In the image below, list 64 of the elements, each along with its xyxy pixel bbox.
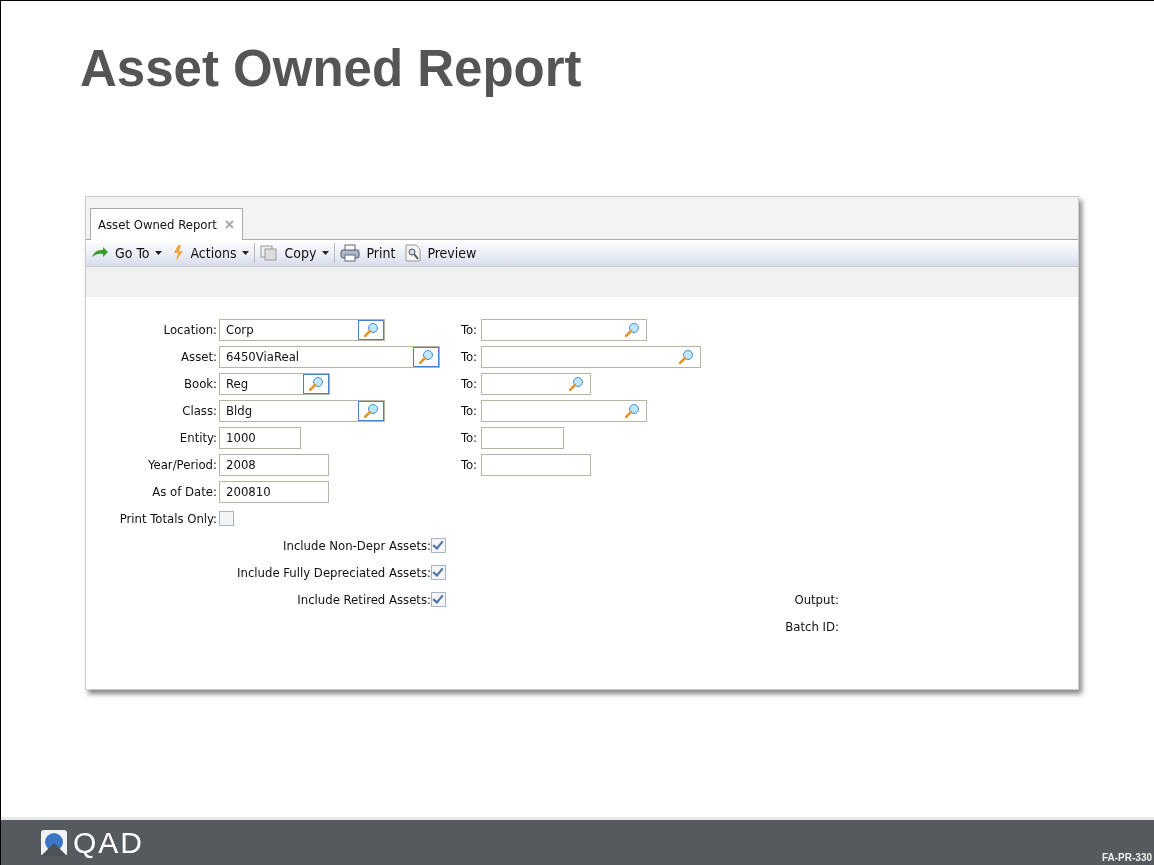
search-icon[interactable] bbox=[625, 322, 640, 337]
printer-icon bbox=[340, 244, 361, 262]
search-icon[interactable] bbox=[418, 349, 434, 364]
field-label: To: bbox=[461, 322, 479, 337]
field-label: Entity: bbox=[178, 430, 218, 445]
search-icon[interactable] bbox=[625, 403, 640, 418]
option-label: Include Non-Depr Assets: bbox=[283, 538, 431, 553]
field-label: Class: bbox=[181, 403, 218, 418]
input-field[interactable]: 6450ViaReal bbox=[219, 345, 440, 368]
slide-title: Asset Owned Report bbox=[80, 43, 583, 99]
field-label: Batch ID: bbox=[785, 618, 839, 636]
input-field[interactable]: Corp bbox=[219, 318, 385, 341]
toolbar-button[interactable]: Go To bbox=[86, 241, 168, 265]
checkbox[interactable] bbox=[431, 592, 446, 607]
field-label: Asset: bbox=[180, 349, 218, 364]
toolbar-button[interactable]: Print bbox=[335, 241, 401, 265]
field-label: To: bbox=[461, 457, 479, 472]
input-field[interactable]: 200810 bbox=[219, 480, 329, 503]
input-field[interactable]: 2008 bbox=[219, 453, 329, 476]
lightning-icon bbox=[172, 245, 185, 261]
slide-code: FA-PR-330 bbox=[1102, 852, 1152, 863]
copy-icon bbox=[260, 245, 279, 261]
toolbar-button[interactable]: Actions bbox=[167, 241, 255, 265]
search-icon[interactable] bbox=[569, 376, 584, 391]
field-label: Year/Period: bbox=[147, 457, 218, 472]
search-icon[interactable] bbox=[363, 403, 379, 418]
field-label: Book: bbox=[182, 376, 218, 391]
input-field[interactable]: Bldg bbox=[219, 399, 385, 422]
close-icon[interactable] bbox=[224, 220, 234, 229]
checkbox[interactable] bbox=[219, 511, 234, 526]
report-tab[interactable]: Asset Owned Report bbox=[90, 208, 243, 240]
toolbar-button[interactable]: Preview bbox=[400, 241, 482, 265]
search-icon[interactable] bbox=[363, 322, 379, 337]
input-field[interactable] bbox=[481, 318, 647, 341]
checkbox[interactable] bbox=[431, 565, 446, 580]
caret-icon bbox=[242, 251, 250, 255]
toolbar-button[interactable]: Copy bbox=[255, 241, 335, 265]
logo-icon bbox=[41, 829, 67, 856]
logo-text: QAD bbox=[73, 825, 144, 860]
field-label: Output: bbox=[794, 591, 839, 609]
input-field[interactable]: 1000 bbox=[219, 426, 301, 449]
field-label: To: bbox=[461, 403, 479, 418]
option-label: Include Fully Depreciated Assets: bbox=[237, 565, 431, 580]
field-label: Print Totals Only: bbox=[118, 511, 218, 526]
field-label: To: bbox=[461, 349, 479, 364]
option-label: Include Retired Assets: bbox=[297, 592, 431, 607]
checkbox[interactable] bbox=[431, 538, 446, 553]
input-field[interactable] bbox=[481, 399, 647, 422]
arrow-icon bbox=[91, 247, 109, 259]
input-field[interactable] bbox=[481, 345, 701, 368]
field-label: As of Date: bbox=[151, 484, 218, 499]
field-label: To: bbox=[461, 430, 479, 445]
input-field[interactable] bbox=[481, 453, 591, 476]
input-field[interactable] bbox=[481, 426, 564, 449]
field-label: To: bbox=[461, 376, 479, 391]
caret-icon bbox=[155, 251, 163, 255]
document-magnifier-icon bbox=[405, 244, 422, 262]
search-icon[interactable] bbox=[679, 349, 694, 364]
field-label: Location: bbox=[162, 322, 218, 337]
input-field[interactable]: Reg bbox=[219, 372, 330, 395]
tab-label: Asset Owned Report bbox=[98, 217, 217, 232]
caret-icon bbox=[322, 251, 330, 255]
search-icon[interactable] bbox=[308, 376, 324, 391]
input-field[interactable] bbox=[481, 372, 591, 395]
